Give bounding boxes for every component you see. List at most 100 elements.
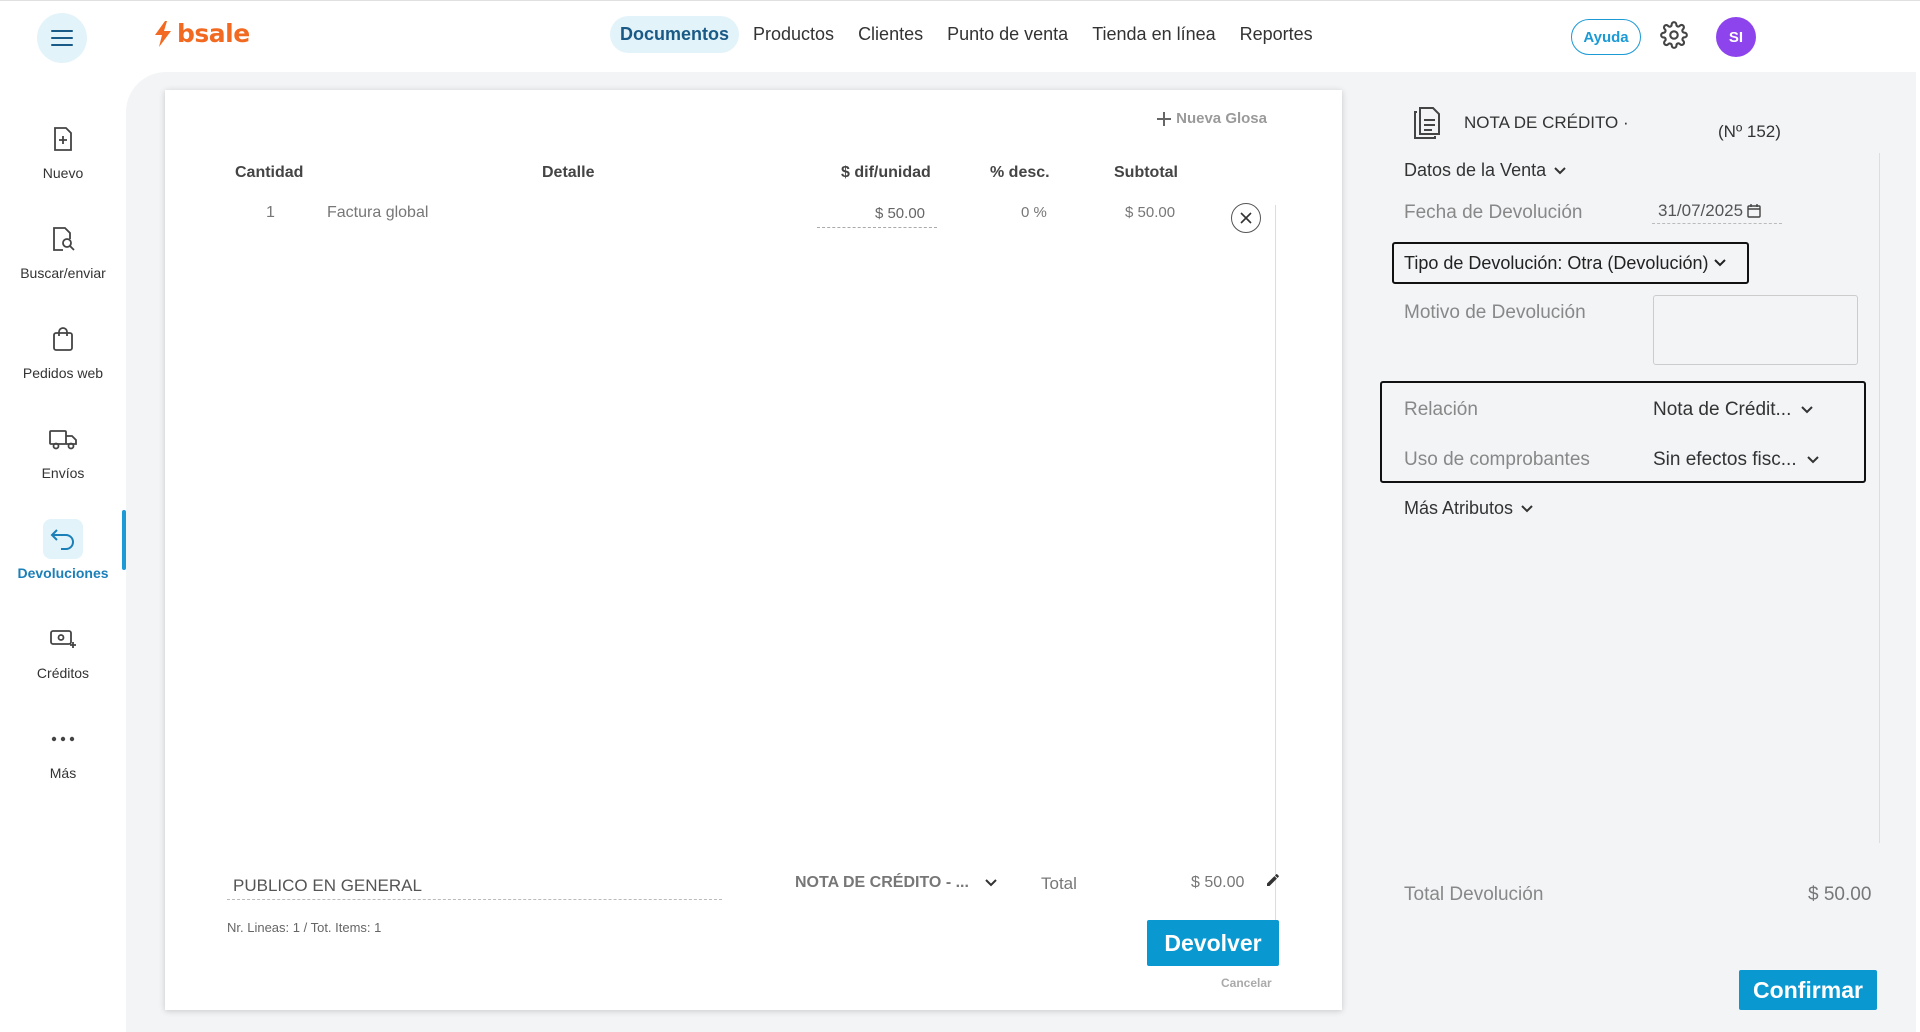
top-bar: bsale Documentos Productos Clientes Punt… <box>0 0 1920 72</box>
nav-productos[interactable]: Productos <box>743 16 844 53</box>
sidebar: Nuevo Buscar/enviar Pedidos web Envíos D… <box>0 100 126 800</box>
chevron-down-icon <box>985 879 997 887</box>
total-return-label: Total Devolución <box>1404 884 1544 905</box>
brand-name: bsale <box>177 19 250 48</box>
bsale-bolt-icon <box>155 20 171 47</box>
new-gloss-label: Nueva Glosa <box>1176 110 1267 127</box>
document-type-value: NOTA DE CRÉDITO - ... <box>795 874 969 891</box>
column-header-unit-price: $ dif/unidad <box>841 164 931 181</box>
relation-value: Nota de Crédit... <box>1653 399 1792 420</box>
divider <box>1275 205 1276 935</box>
sidebar-item-devoluciones[interactable]: Devoluciones <box>0 500 126 600</box>
usage-select[interactable]: Sin efectos fisc... <box>1653 449 1819 471</box>
sidebar-item-label: Créditos <box>36 665 90 681</box>
truck-icon <box>49 430 77 450</box>
pencil-icon <box>1267 874 1279 886</box>
nav-reportes[interactable]: Reportes <box>1230 16 1323 53</box>
devolver-button[interactable]: Devolver <box>1147 920 1279 966</box>
column-header-discount: % desc. <box>990 164 1050 181</box>
sale-data-label: Datos de la Venta <box>1404 160 1547 180</box>
return-date-value: 31/07/2025 <box>1658 200 1744 220</box>
cash-plus-icon <box>50 630 76 648</box>
sidebar-item-pedidos-web[interactable]: Pedidos web <box>0 300 126 400</box>
more-attributes-toggle[interactable]: Más Atributos <box>1404 498 1533 519</box>
column-header-quantity: Cantidad <box>235 164 304 181</box>
credit-note-number: (Nº 152) <box>1718 122 1781 141</box>
gear-icon <box>1660 21 1688 49</box>
hamburger-icon <box>51 30 73 46</box>
chevron-down-icon <box>1554 166 1566 174</box>
return-reason-input[interactable] <box>1653 295 1858 365</box>
sidebar-item-label: Envíos <box>41 465 85 481</box>
sidebar-item-envios[interactable]: Envíos <box>0 400 126 500</box>
chevron-down-icon <box>1714 259 1727 267</box>
row-subtotal: $ 50.00 <box>1125 204 1176 221</box>
sidebar-item-mas[interactable]: Más <box>0 700 126 800</box>
divider <box>1879 153 1880 843</box>
column-header-detail: Detalle <box>542 164 595 181</box>
credit-note-title: NOTA DE CRÉDITO · <box>1464 113 1629 132</box>
shopping-bag-icon <box>53 327 73 351</box>
column-header-subtotal: Subtotal <box>1114 164 1178 181</box>
row-quantity: 1 <box>266 204 275 221</box>
sidebar-item-nuevo[interactable]: Nuevo <box>0 100 126 200</box>
chevron-down-icon <box>1806 456 1819 464</box>
panel-header: NOTA DE CRÉDITO · <box>1412 106 1629 140</box>
lines-info: Nr. Lineas: 1 / Tot. Items: 1 <box>227 920 382 935</box>
fiscal-attributes-box: Relación Nota de Crédit... Uso de compro… <box>1380 381 1866 483</box>
sidebar-item-label: Nuevo <box>42 165 84 181</box>
relation-label: Relación <box>1404 399 1478 420</box>
plus-icon <box>1157 111 1172 126</box>
user-avatar[interactable]: SI <box>1716 17 1756 57</box>
help-button[interactable]: Ayuda <box>1571 19 1641 55</box>
return-date-input[interactable]: 31/07/2025 <box>1652 198 1782 224</box>
total-value: $ 50.00 <box>1191 874 1245 891</box>
sidebar-item-label: Buscar/enviar <box>20 265 106 281</box>
sidebar-item-label: Devoluciones <box>17 565 109 581</box>
usage-label: Uso de comprobantes <box>1404 449 1590 470</box>
document-icon <box>1414 107 1440 139</box>
total-label: Total <box>1041 874 1077 893</box>
sidebar-item-label: Pedidos web <box>22 365 104 381</box>
edit-total-button[interactable] <box>1265 872 1281 893</box>
calendar-icon <box>1747 203 1761 218</box>
document-type-select[interactable]: NOTA DE CRÉDITO - ... <box>795 874 997 892</box>
row-discount: 0 % <box>1021 204 1047 221</box>
relation-select[interactable]: Nota de Crédit... <box>1653 399 1814 421</box>
file-search-icon <box>53 227 75 251</box>
sidebar-item-label: Más <box>49 765 77 781</box>
chevron-down-icon <box>1801 406 1814 414</box>
row-unit-price-input[interactable]: $ 50.00 <box>817 200 937 228</box>
new-gloss-button[interactable]: Nueva Glosa <box>1156 110 1267 127</box>
nav-punto-de-venta[interactable]: Punto de venta <box>937 16 1078 53</box>
return-reason-label: Motivo de Devolución <box>1404 302 1586 323</box>
nav-tienda-en-linea[interactable]: Tienda en línea <box>1082 16 1225 53</box>
return-date-label: Fecha de Devolución <box>1404 202 1583 223</box>
more-dots-icon <box>51 736 75 742</box>
main-nav: Documentos Productos Clientes Punto de v… <box>610 16 1323 53</box>
row-detail: Factura global <box>327 204 429 221</box>
close-icon <box>1240 212 1252 224</box>
confirm-button[interactable]: Confirmar <box>1739 970 1877 1010</box>
return-arrow-icon <box>50 529 74 550</box>
credit-note-panel: NOTA DE CRÉDITO · (Nº 152) Datos de la V… <box>1380 90 1920 1030</box>
remove-row-button[interactable] <box>1231 203 1261 233</box>
usage-value: Sin efectos fisc... <box>1653 449 1797 470</box>
file-plus-icon <box>54 127 72 151</box>
sidebar-item-buscar-enviar[interactable]: Buscar/enviar <box>0 200 126 300</box>
document-card: Nueva Glosa Cantidad Detalle $ dif/unida… <box>165 90 1342 1010</box>
bsale-logo[interactable]: bsale <box>153 19 250 48</box>
client-input[interactable]: PUBLICO EN GENERAL <box>227 872 722 900</box>
settings-button[interactable] <box>1660 21 1688 54</box>
cancel-link[interactable]: Cancelar <box>1221 976 1272 990</box>
nav-documentos[interactable]: Documentos <box>610 16 740 53</box>
return-type-value: Tipo de Devolución: Otra (Devolución) <box>1404 252 1709 273</box>
hamburger-menu-button[interactable] <box>37 13 87 63</box>
chevron-down-icon <box>1521 504 1533 512</box>
sidebar-item-creditos[interactable]: Créditos <box>0 600 126 700</box>
total-return-value: $ 50.00 <box>1808 884 1872 905</box>
sale-data-toggle[interactable]: Datos de la Venta <box>1404 160 1566 181</box>
nav-clientes[interactable]: Clientes <box>848 16 933 53</box>
return-type-select[interactable]: Tipo de Devolución: Otra (Devolución) <box>1392 242 1749 284</box>
more-attributes-label: Más Atributos <box>1404 498 1514 518</box>
